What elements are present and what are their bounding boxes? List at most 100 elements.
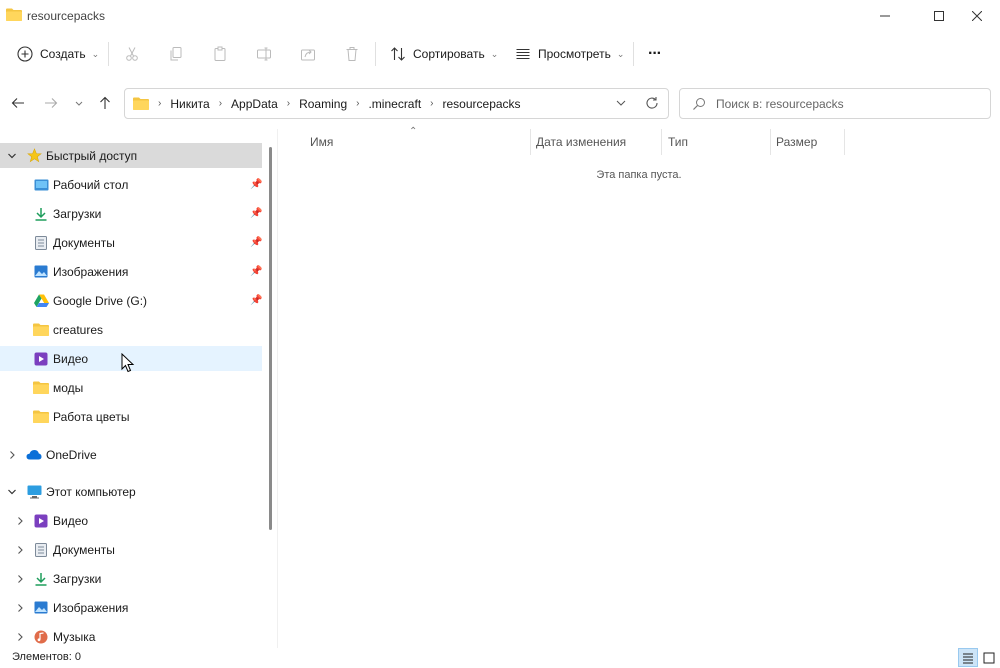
chevron-down-icon[interactable] — [7, 487, 17, 497]
sidebar-item-pc-videos[interactable]: Видео — [0, 508, 262, 533]
breadcrumb-item[interactable]: Roaming — [299, 97, 347, 111]
address-history-button[interactable] — [615, 97, 627, 112]
chevron-right-icon[interactable] — [15, 516, 25, 526]
large-icons-view-button[interactable] — [979, 648, 999, 667]
sort-button[interactable]: Сортировать ⌄ — [390, 40, 498, 68]
cloud-icon — [26, 447, 42, 463]
rename-button[interactable] — [254, 44, 274, 64]
folder-icon — [33, 409, 49, 425]
minimize-button[interactable] — [862, 0, 908, 32]
column-separator[interactable] — [770, 129, 771, 155]
sidebar-item-mods[interactable]: моды — [0, 375, 262, 400]
chevron-right-icon[interactable]: › — [287, 98, 290, 109]
chevron-right-icon[interactable] — [15, 545, 25, 555]
sort-icon — [391, 47, 405, 61]
sidebar-item-creatures[interactable]: creatures — [0, 317, 262, 342]
minimize-icon — [880, 15, 890, 17]
column-separator[interactable] — [661, 129, 662, 155]
share-button[interactable] — [298, 44, 318, 64]
view-label: Просмотреть — [538, 47, 611, 61]
videos-icon — [33, 513, 49, 529]
column-header-size[interactable]: Размер — [776, 129, 817, 155]
arrow-left-icon — [11, 98, 24, 108]
navigation-scrollbar[interactable] — [269, 147, 272, 530]
column-separator[interactable] — [844, 129, 845, 155]
column-header-name[interactable]: Имя — [310, 129, 333, 155]
close-button[interactable] — [954, 0, 1000, 32]
item-count: Элементов: 0 — [12, 651, 81, 663]
paste-button[interactable] — [210, 44, 230, 64]
cut-button[interactable] — [122, 44, 142, 64]
copy-button[interactable] — [166, 44, 186, 64]
breadcrumb-item[interactable]: AppData — [231, 97, 278, 111]
pictures-icon — [33, 600, 49, 616]
details-view-button[interactable] — [958, 648, 978, 667]
sidebar-item-quick-access[interactable]: Быстрый доступ — [0, 143, 262, 168]
tiles-view-icon — [983, 652, 995, 663]
column-header-date[interactable]: Дата изменения — [536, 129, 626, 155]
pin-icon[interactable]: 📌 — [250, 179, 262, 190]
up-button[interactable] — [95, 93, 115, 113]
sort-ascending-icon: ⌃ — [409, 126, 418, 137]
desktop-icon — [33, 177, 49, 193]
pin-icon[interactable]: 📌 — [250, 208, 262, 219]
chevron-right-icon[interactable]: › — [430, 98, 433, 109]
chevron-down-icon[interactable] — [7, 151, 17, 161]
back-button[interactable] — [8, 93, 28, 113]
arrow-right-icon — [45, 98, 58, 108]
delete-button[interactable] — [342, 44, 362, 64]
sidebar-item-pc-music[interactable]: Музыка — [0, 624, 262, 648]
sidebar-item-downloads[interactable]: Загрузки 📌 — [0, 201, 262, 226]
search-input[interactable]: Поиск в: resourcepacks — [716, 97, 844, 111]
search-icon — [693, 98, 705, 110]
chevron-right-icon[interactable] — [15, 632, 25, 642]
pictures-icon — [33, 264, 49, 280]
chevron-right-icon[interactable] — [15, 574, 25, 584]
chevron-right-icon[interactable] — [15, 603, 25, 613]
create-label: Создать — [40, 47, 86, 61]
create-button[interactable]: Создать ⌄ — [17, 40, 99, 68]
breadcrumb-item[interactable]: resourcepacks — [443, 97, 521, 111]
refresh-button[interactable] — [645, 96, 659, 113]
title-bar: resourcepacks — [0, 0, 1000, 32]
sidebar-item-onedrive[interactable]: OneDrive — [0, 442, 262, 467]
address-bar[interactable]: › Никита › AppData › Roaming › .minecraf… — [124, 88, 669, 119]
sidebar-item-label: Быстрый доступ — [46, 148, 138, 163]
pin-icon[interactable]: 📌 — [250, 237, 262, 248]
chevron-down-icon: ⌄ — [91, 48, 100, 59]
navigation-bar: › Никита › AppData › Roaming › .minecraf… — [0, 77, 1000, 129]
forward-button[interactable] — [41, 93, 61, 113]
sidebar-item-this-pc[interactable]: Этот компьютер — [0, 479, 262, 504]
pin-icon[interactable]: 📌 — [250, 295, 262, 306]
folder-icon — [6, 8, 22, 21]
sidebar-item-label: Загрузки — [53, 206, 102, 221]
sidebar-item-label: Работа цветы — [53, 409, 130, 424]
sidebar-item-label: моды — [53, 380, 84, 395]
chevron-right-icon[interactable]: › — [219, 98, 222, 109]
sidebar-item-pc-documents[interactable]: Документы — [0, 537, 262, 562]
sidebar-item-label: Загрузки — [53, 571, 102, 586]
sidebar-item-label: Видео — [53, 513, 89, 528]
sidebar-item-work-flowers[interactable]: Работа цветы — [0, 404, 262, 429]
view-button[interactable]: Просмотреть ⌄ — [515, 40, 624, 68]
sidebar-item-pc-pictures[interactable]: Изображения — [0, 595, 262, 620]
search-box[interactable]: Поиск в: resourcepacks — [679, 88, 991, 119]
sidebar-item-google-drive[interactable]: Google Drive (G:) 📌 — [0, 288, 262, 313]
more-options-button[interactable]: ··· — [648, 40, 662, 68]
column-header-type[interactable]: Тип — [668, 129, 688, 155]
sidebar-item-pictures[interactable]: Изображения 📌 — [0, 259, 262, 284]
recent-locations-button[interactable] — [69, 93, 89, 113]
folder-icon — [33, 322, 49, 338]
column-separator[interactable] — [530, 129, 531, 155]
sidebar-item-documents[interactable]: Документы 📌 — [0, 230, 262, 255]
breadcrumb-item[interactable]: .minecraft — [368, 97, 421, 111]
chevron-down-icon — [75, 101, 83, 106]
sidebar-item-pc-downloads[interactable]: Загрузки — [0, 566, 262, 591]
sidebar-item-desktop[interactable]: Рабочий стол 📌 — [0, 172, 262, 197]
computer-icon — [26, 484, 42, 500]
chevron-right-icon[interactable] — [7, 450, 17, 460]
file-list[interactable]: ⌃ Имя Дата изменения Тип Размер Эта папк… — [278, 126, 1000, 648]
breadcrumb-item[interactable]: Никита — [170, 97, 209, 111]
pin-icon[interactable]: 📌 — [250, 266, 262, 277]
chevron-right-icon[interactable]: › — [356, 98, 359, 109]
